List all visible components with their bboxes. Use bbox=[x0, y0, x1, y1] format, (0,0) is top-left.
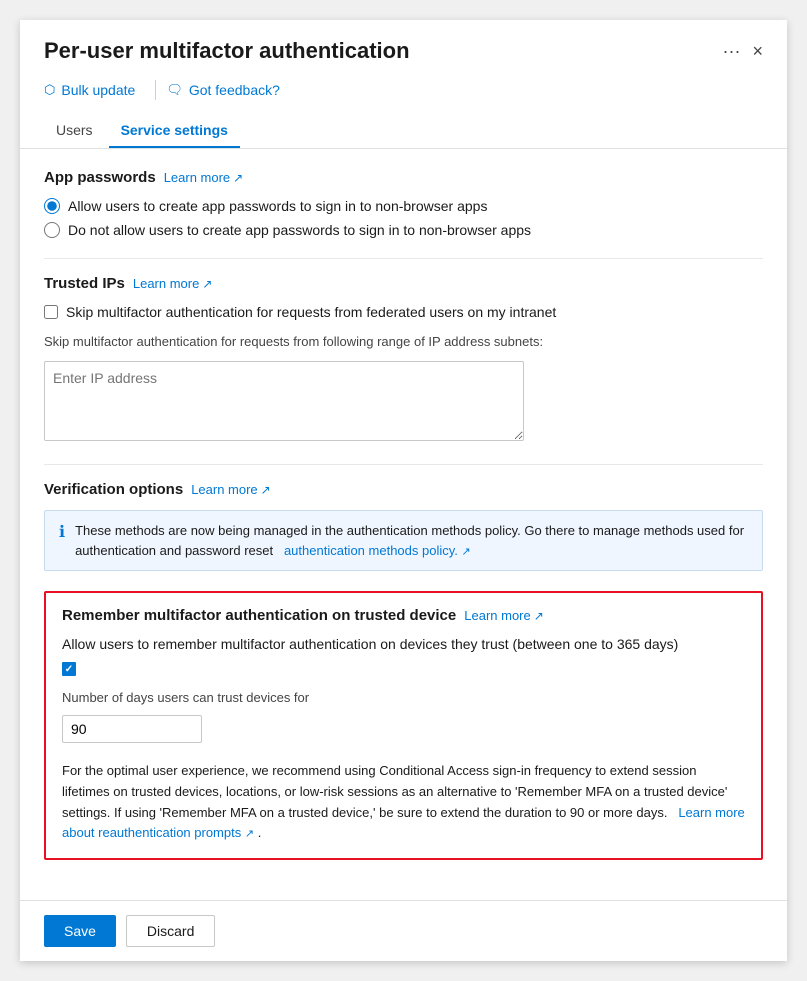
trusted-ips-learn-more[interactable]: Learn more ↗ bbox=[133, 276, 213, 291]
got-feedback-label: Got feedback? bbox=[189, 82, 280, 98]
divider-2 bbox=[44, 464, 763, 465]
save-button[interactable]: Save bbox=[44, 915, 116, 947]
days-group: Number of days users can trust devices f… bbox=[62, 690, 745, 753]
remember-mfa-checkbox[interactable] bbox=[62, 662, 745, 676]
tabs-row: Users Service settings bbox=[44, 114, 763, 148]
panel-title: Per-user multifactor authentication bbox=[44, 38, 723, 64]
trusted-ips-title: Trusted IPs Learn more ↗ bbox=[44, 275, 763, 292]
panel-footer: Save Discard bbox=[20, 900, 787, 961]
panel-header: Per-user multifactor authentication ··· … bbox=[20, 20, 787, 149]
title-icons: ··· × bbox=[723, 41, 764, 62]
title-row: Per-user multifactor authentication ··· … bbox=[44, 38, 763, 64]
app-passwords-radio-group: Allow users to create app passwords to s… bbox=[44, 198, 763, 238]
main-panel: Per-user multifactor authentication ··· … bbox=[20, 20, 787, 961]
tab-users[interactable]: Users bbox=[44, 114, 105, 148]
federated-checkbox-input[interactable] bbox=[44, 305, 58, 319]
bulk-update-label: Bulk update bbox=[61, 82, 135, 98]
radio-allow-input[interactable] bbox=[44, 198, 60, 214]
toolbar: ⬡ Bulk update 🗨 Got feedback? bbox=[44, 76, 763, 108]
remember-mfa-learn-more[interactable]: Learn more ↗ bbox=[464, 608, 544, 623]
radio-allow-app-passwords[interactable]: Allow users to create app passwords to s… bbox=[44, 198, 763, 214]
auth-methods-policy-link[interactable]: authentication methods policy. ↗ bbox=[280, 543, 470, 558]
discard-button[interactable]: Discard bbox=[126, 915, 215, 947]
remember-mfa-checked-icon[interactable] bbox=[62, 662, 76, 676]
days-label: Number of days users can trust devices f… bbox=[62, 690, 745, 705]
verification-options-section: Verification options Learn more ↗ ℹ Thes… bbox=[44, 481, 763, 571]
tab-service-settings[interactable]: Service settings bbox=[109, 114, 240, 148]
verification-info-box: ℹ These methods are now being managed in… bbox=[44, 510, 763, 571]
toolbar-divider bbox=[155, 80, 156, 100]
remember-mfa-note: For the optimal user experience, we reco… bbox=[62, 761, 745, 844]
got-feedback-button[interactable]: 🗨 Got feedback? bbox=[166, 76, 290, 104]
verification-options-learn-more[interactable]: Learn more ↗ bbox=[191, 482, 271, 497]
radio-disallow-input[interactable] bbox=[44, 222, 60, 238]
trusted-ips-section: Trusted IPs Learn more ↗ Skip multifacto… bbox=[44, 275, 763, 444]
days-input[interactable] bbox=[62, 715, 202, 743]
divider-1 bbox=[44, 258, 763, 259]
external-link-icon: ↗ bbox=[233, 171, 243, 185]
verification-info-text: These methods are now being managed in t… bbox=[75, 521, 748, 560]
external-link-icon-2: ↗ bbox=[202, 277, 212, 291]
app-passwords-title: App passwords Learn more ↗ bbox=[44, 169, 763, 186]
remember-mfa-title: Remember multifactor authentication on t… bbox=[62, 607, 745, 624]
remember-mfa-section: Remember multifactor authentication on t… bbox=[44, 591, 763, 860]
ip-address-input[interactable] bbox=[44, 361, 524, 441]
external-link-icon-4: ↗ bbox=[462, 546, 471, 558]
external-link-icon-3: ↗ bbox=[261, 483, 271, 497]
bulk-update-button[interactable]: ⬡ Bulk update bbox=[44, 76, 145, 104]
allow-remember-label: Allow users to remember multifactor auth… bbox=[62, 636, 745, 652]
ellipsis-icon[interactable]: ··· bbox=[723, 41, 741, 62]
radio-disallow-app-passwords[interactable]: Do not allow users to create app passwor… bbox=[44, 222, 763, 238]
external-link-icon-6: ↗ bbox=[245, 828, 254, 840]
app-passwords-section: App passwords Learn more ↗ Allow users t… bbox=[44, 169, 763, 238]
verification-options-title: Verification options Learn more ↗ bbox=[44, 481, 763, 498]
app-passwords-learn-more[interactable]: Learn more ↗ bbox=[164, 170, 244, 185]
info-icon: ℹ bbox=[59, 522, 65, 542]
ip-address-label: Skip multifactor authentication for requ… bbox=[44, 334, 763, 349]
bulk-update-icon: ⬡ bbox=[44, 82, 55, 98]
feedback-icon: 🗨 bbox=[166, 82, 183, 98]
external-link-icon-5: ↗ bbox=[534, 609, 544, 623]
panel-body: App passwords Learn more ↗ Allow users t… bbox=[20, 149, 787, 900]
close-icon[interactable]: × bbox=[752, 41, 763, 62]
federated-users-checkbox[interactable]: Skip multifactor authentication for requ… bbox=[44, 304, 763, 320]
ip-address-group: Skip multifactor authentication for requ… bbox=[44, 334, 763, 444]
